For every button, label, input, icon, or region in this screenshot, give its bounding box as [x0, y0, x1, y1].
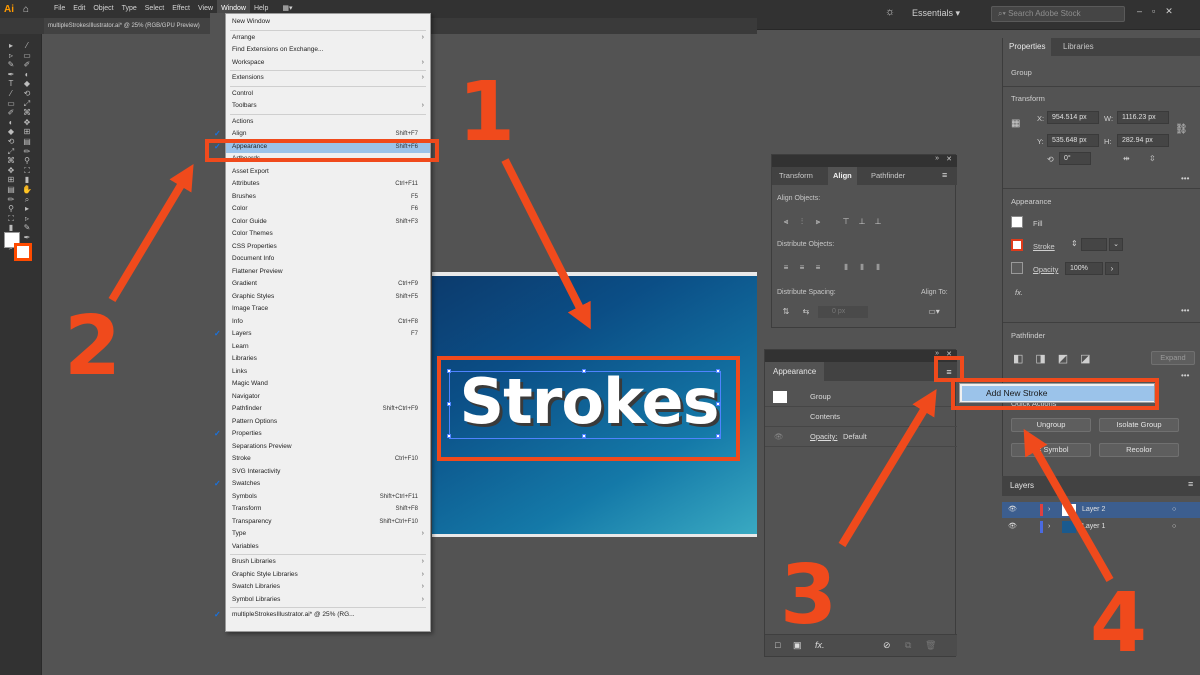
annotation-arrows [108, 158, 1114, 582]
arrow-3 [838, 389, 937, 548]
arrow-2 [108, 164, 194, 303]
arrow-1 [501, 158, 591, 330]
tutorial-composite: Ai ⌂ File Edit Object Type Select Effect View W… [0, 0, 1200, 675]
arrow-4 [1023, 428, 1114, 582]
